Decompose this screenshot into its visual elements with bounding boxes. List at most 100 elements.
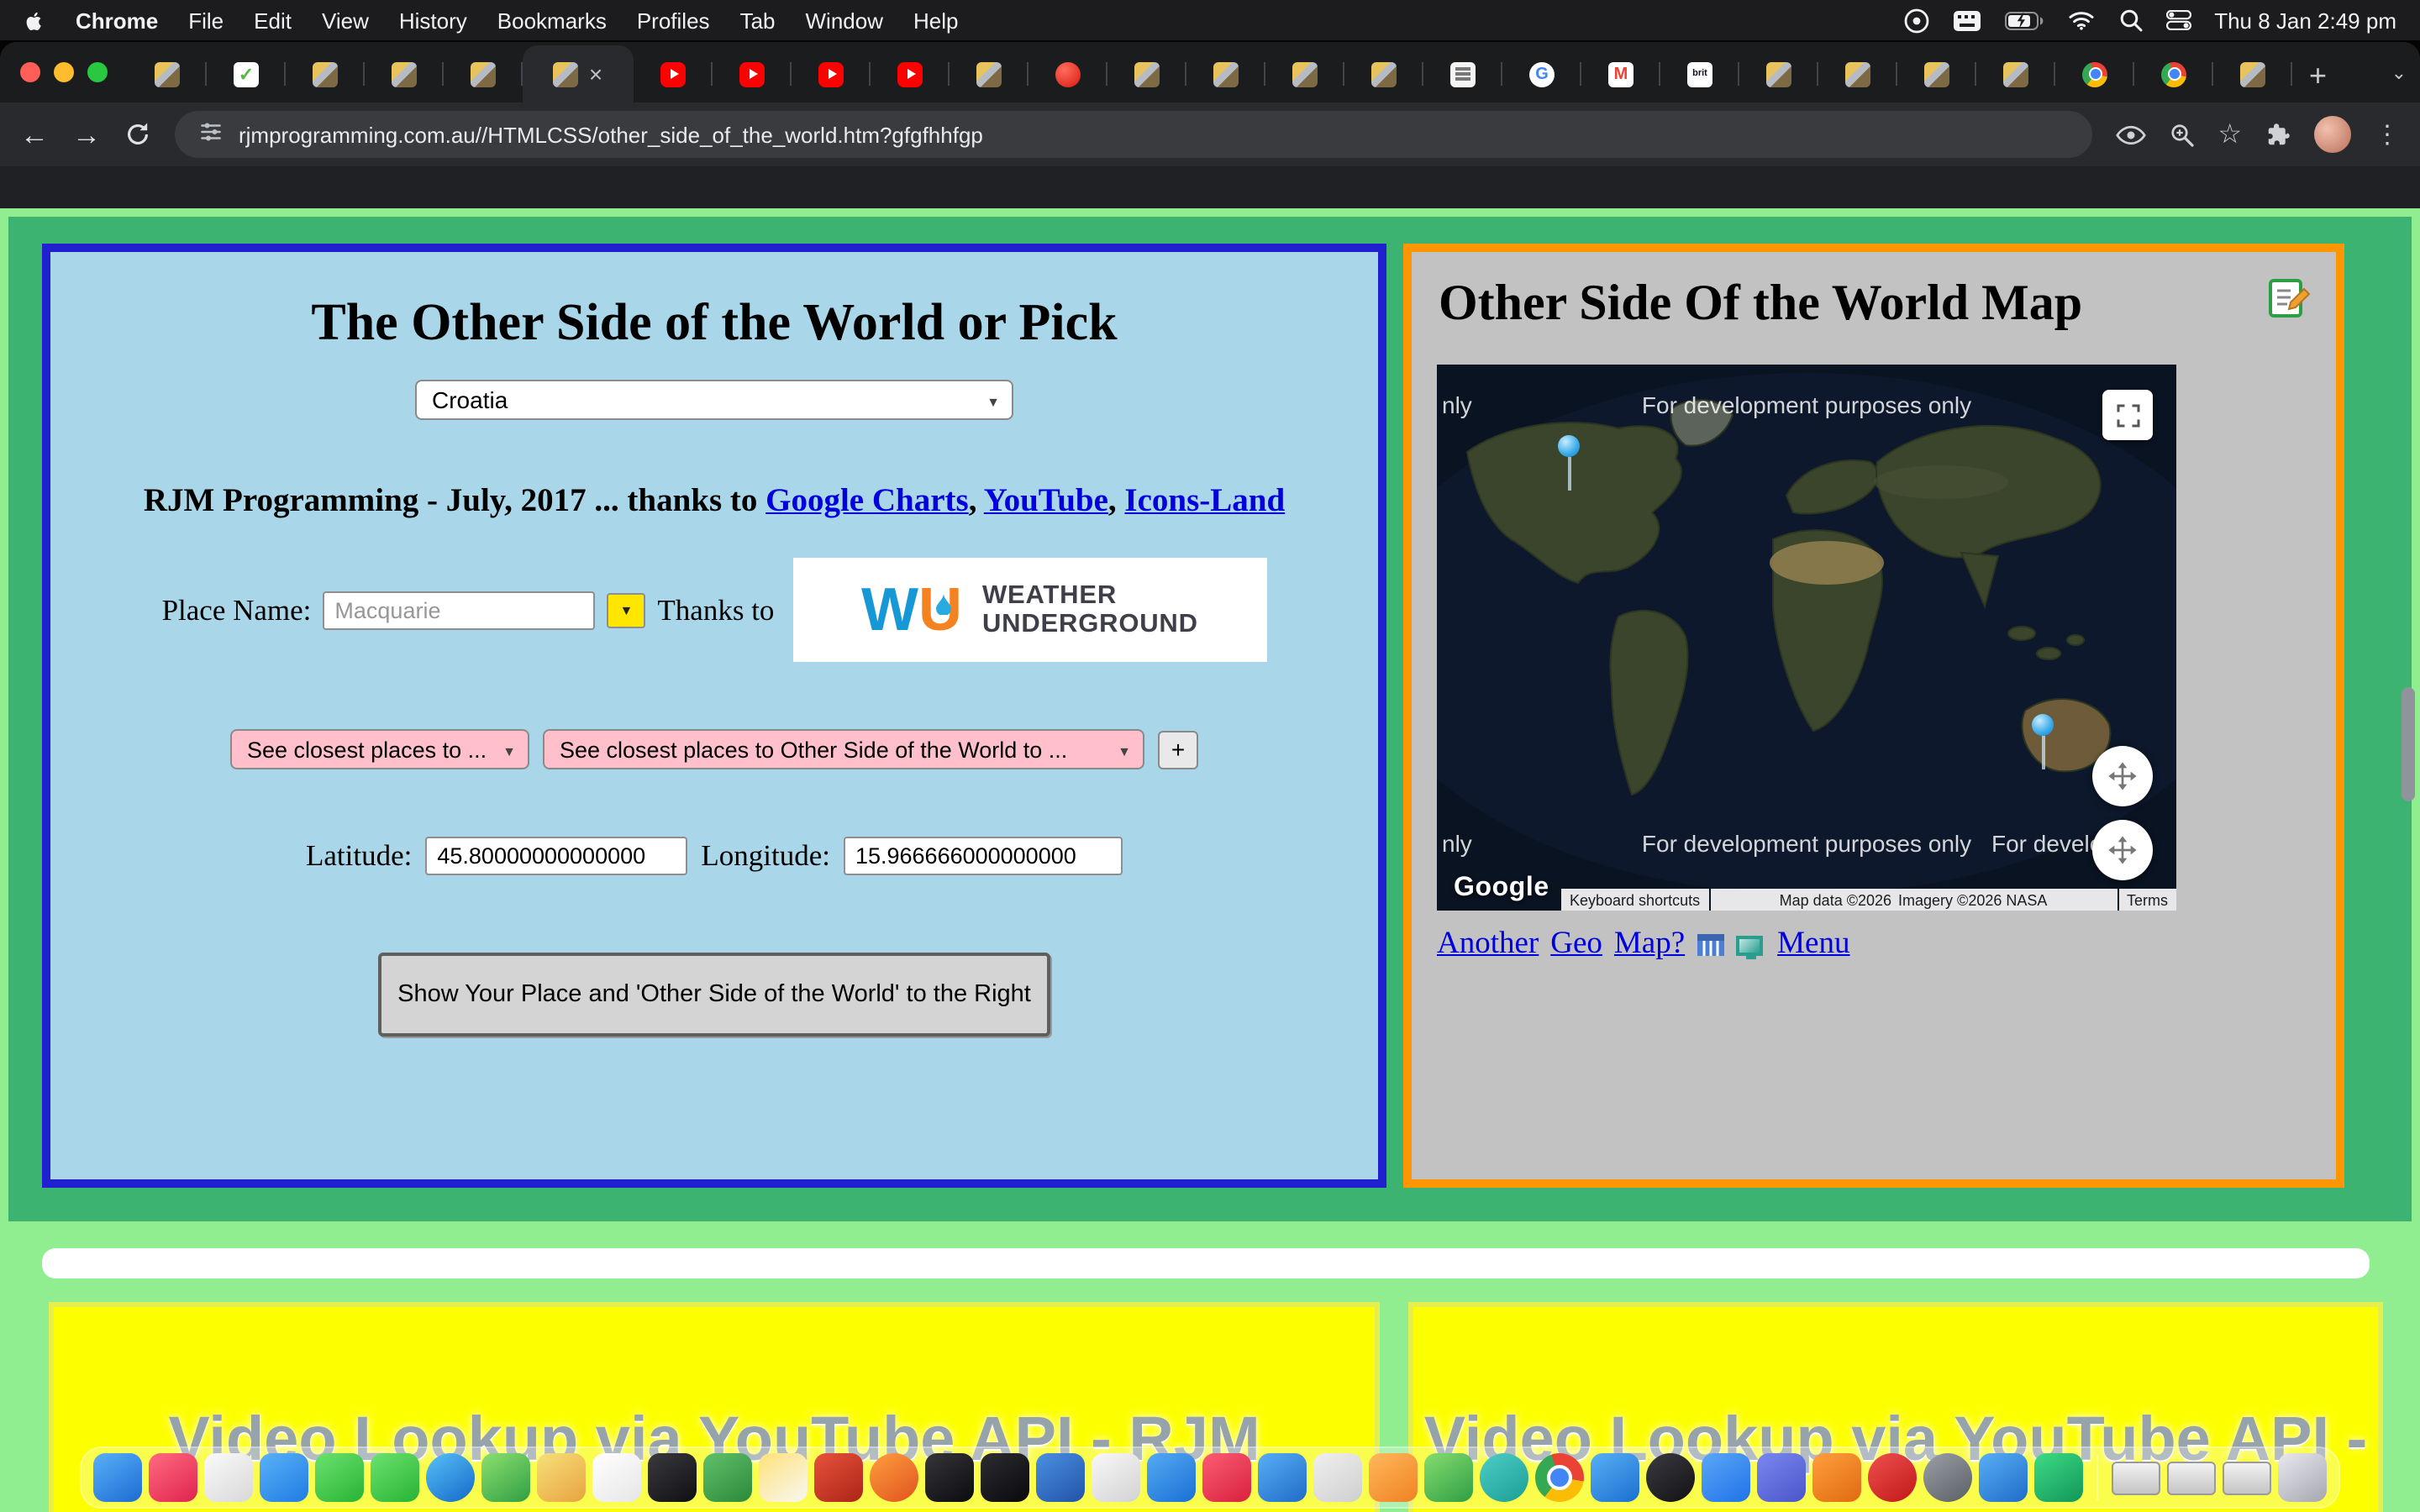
google-charts-link[interactable]: Google Charts <box>765 484 969 519</box>
menu-item-history[interactable]: History <box>399 8 467 33</box>
building-icon[interactable] <box>1697 934 1723 956</box>
menu-item-view[interactable]: View <box>322 8 369 33</box>
tab[interactable] <box>207 45 286 102</box>
extensions-puzzle-icon[interactable] <box>2265 122 2291 147</box>
browser-menu-kebab-icon[interactable]: ⋮ <box>2375 119 2400 150</box>
tab[interactable] <box>1028 45 1107 102</box>
dock-icon-trash[interactable] <box>2278 1453 2327 1502</box>
input-source-icon[interactable] <box>1952 9 1981 31</box>
tab[interactable] <box>950 45 1028 102</box>
tab[interactable] <box>444 45 523 102</box>
zoom-icon[interactable] <box>2169 122 2194 147</box>
menubar-clock[interactable]: Thu 8 Jan 2:49 pm <box>2214 8 2396 33</box>
menu-item-profiles[interactable]: Profiles <box>637 8 710 33</box>
country-select[interactable]: Croatia <box>415 380 1013 420</box>
menu-item-window[interactable]: Window <box>806 8 884 33</box>
longitude-input[interactable] <box>844 837 1123 875</box>
tab[interactable] <box>1818 45 1897 102</box>
dock-icon-android-studio[interactable] <box>2034 1453 2083 1502</box>
add-button[interactable]: + <box>1158 730 1198 769</box>
place-name-input[interactable] <box>323 591 595 629</box>
tab[interactable] <box>634 45 713 102</box>
keyboard-shortcuts-link[interactable]: Keyboard shortcuts <box>1561 889 1708 911</box>
active-app-name[interactable]: Chrome <box>76 8 158 33</box>
back-button[interactable]: ← <box>20 120 49 149</box>
tab-active[interactable]: × <box>523 45 634 102</box>
youtube-link[interactable]: YouTube <box>984 484 1108 519</box>
menu-item-help[interactable]: Help <box>913 8 959 33</box>
tab[interactable] <box>871 45 950 102</box>
dock-icon-facetime[interactable] <box>371 1453 419 1502</box>
dock-icon-vscode[interactable] <box>1591 1453 1639 1502</box>
another-link[interactable]: Another <box>1437 927 1539 963</box>
dock-icon-maps[interactable] <box>481 1453 530 1502</box>
control-center-icon[interactable] <box>2165 10 2191 30</box>
tab-close-icon[interactable]: × <box>589 62 602 86</box>
dock-icon-files[interactable] <box>1036 1453 1085 1502</box>
dock-icon-firefox[interactable] <box>870 1453 918 1502</box>
dock-icon-messages[interactable] <box>315 1453 364 1502</box>
computer-icon[interactable] <box>1735 935 1762 955</box>
dock-icon-settings[interactable] <box>1923 1453 1972 1502</box>
dock-icon-pages[interactable] <box>1369 1453 1418 1502</box>
empty-text-input[interactable] <box>42 1248 2370 1278</box>
wifi-icon[interactable] <box>2066 10 2095 30</box>
forward-button[interactable]: → <box>72 120 101 149</box>
map-pan-button-upper[interactable] <box>2092 746 2153 806</box>
dock-icon-discord[interactable] <box>1757 1453 1806 1502</box>
close-window-button[interactable] <box>20 62 40 82</box>
dock-icon-terminal[interactable] <box>925 1453 974 1502</box>
menu-item-file[interactable]: File <box>188 8 224 33</box>
dock-icon-notes[interactable] <box>759 1453 808 1502</box>
tab[interactable] <box>2134 45 2213 102</box>
tab[interactable] <box>286 45 365 102</box>
tab[interactable] <box>365 45 444 102</box>
terms-link[interactable]: Terms <box>2118 889 2176 911</box>
minimize-window-button[interactable] <box>54 62 74 82</box>
dock-icon-filezilla[interactable] <box>814 1453 863 1502</box>
geo-link[interactable]: Geo <box>1550 927 1602 963</box>
dock-icon-music[interactable] <box>149 1453 197 1502</box>
dock-icon-vlc[interactable] <box>1812 1453 1861 1502</box>
dock-icon-safari[interactable] <box>426 1453 475 1502</box>
dock-minimized-window[interactable] <box>2112 1461 2160 1494</box>
zoom-window-button[interactable] <box>87 62 108 82</box>
dock-icon-calendar[interactable] <box>592 1453 641 1502</box>
dock-minimized-window[interactable] <box>2223 1461 2271 1494</box>
menu-item-bookmarks[interactable]: Bookmarks <box>497 8 607 33</box>
dock-minimized-window[interactable] <box>2167 1461 2216 1494</box>
map-pin-antipode[interactable] <box>2032 714 2055 769</box>
privacy-eye-icon[interactable] <box>2115 123 2145 145</box>
reload-button[interactable] <box>124 121 151 148</box>
dock-icon-music-2[interactable] <box>1202 1453 1251 1502</box>
dock-icon-bluetooth[interactable] <box>1979 1453 2028 1502</box>
url-text[interactable]: rjmprogramming.com.au//HTMLCSS/other_sid… <box>239 122 983 147</box>
tab[interactable] <box>1265 45 1344 102</box>
tab[interactable] <box>1107 45 1186 102</box>
dock-icon-photos-2[interactable] <box>1313 1453 1362 1502</box>
menu-item-edit[interactable]: Edit <box>254 8 292 33</box>
menubar-extra-icon[interactable] <box>1903 8 1928 33</box>
tab[interactable] <box>792 45 871 102</box>
address-bar[interactable]: rjmprogramming.com.au//HTMLCSS/other_sid… <box>175 111 2091 158</box>
tab[interactable] <box>1186 45 1265 102</box>
icons-land-link[interactable]: Icons-Land <box>1124 484 1285 519</box>
tab[interactable] <box>1976 45 2055 102</box>
latitude-input[interactable] <box>425 837 687 875</box>
dock-icon-iterm[interactable] <box>981 1453 1029 1502</box>
dock-icon-record[interactable] <box>1868 1453 1917 1502</box>
map-fullscreen-button[interactable] <box>2102 390 2153 440</box>
tab[interactable] <box>128 45 207 102</box>
dock-icon-teal-app[interactable] <box>1480 1453 1528 1502</box>
dock-icon-chrome[interactable] <box>1535 1453 1584 1502</box>
tab[interactable] <box>713 45 792 102</box>
tab[interactable] <box>1344 45 1423 102</box>
page-scrollbar-thumb[interactable] <box>2402 687 2415 801</box>
dock-icon-obs[interactable] <box>1646 1453 1695 1502</box>
map-pin-place[interactable] <box>1558 435 1581 491</box>
menu-link[interactable]: Menu <box>1777 927 1849 963</box>
site-settings-icon[interactable] <box>198 119 224 150</box>
tab-search-chevron-icon[interactable]: ⌄ <box>2391 62 2407 84</box>
battery-icon[interactable] <box>2004 11 2043 29</box>
dock-icon-photos[interactable] <box>204 1453 253 1502</box>
